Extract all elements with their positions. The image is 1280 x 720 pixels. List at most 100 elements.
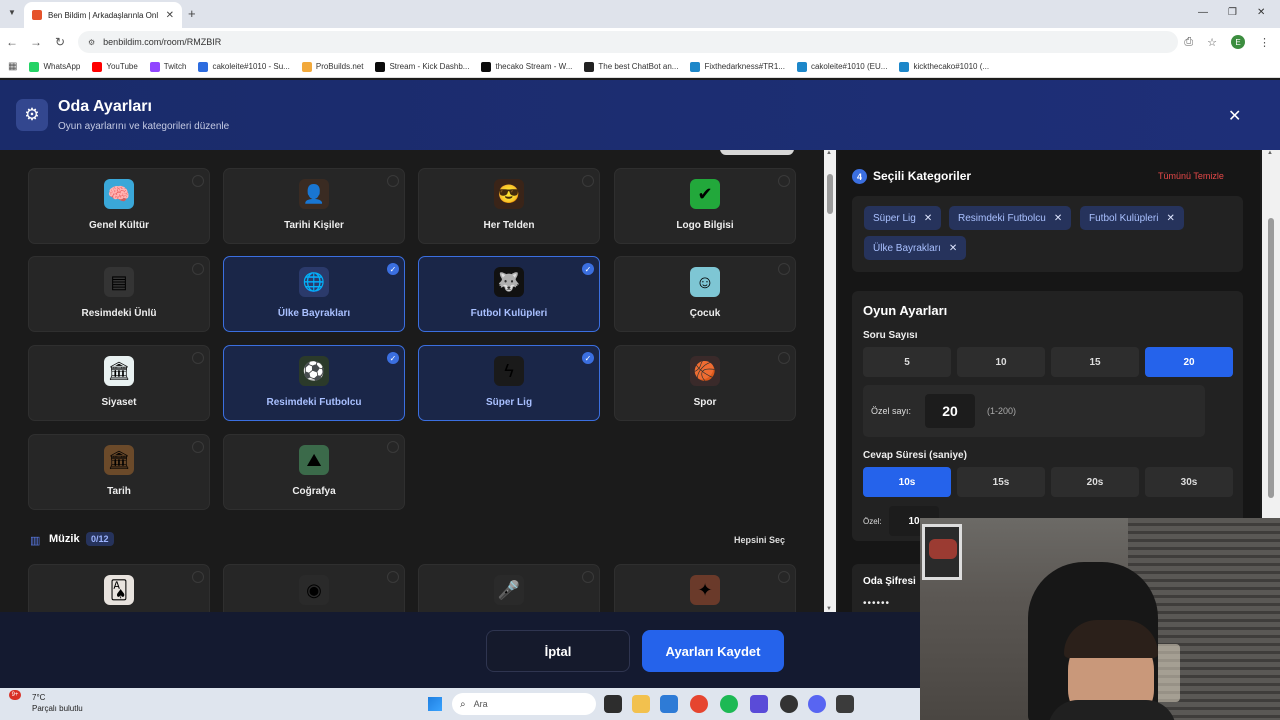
forward-icon[interactable]: → (24, 35, 48, 49)
taskbar-search[interactable]: ⌕ Ara (452, 693, 596, 715)
select-all-button[interactable]: Hepsini Seç (734, 535, 785, 545)
bookmark-item[interactable]: Fixthedarkness#TR1... (690, 61, 785, 72)
category-card-futbol-kulupleri[interactable]: 🐺 Futbol Kulüpleri ✓ (418, 256, 600, 332)
bookmark-item[interactable]: The best ChatBot an... (584, 61, 678, 72)
modal-close-icon[interactable]: ✕ (1228, 106, 1241, 126)
bookmark-item[interactable]: Twitch (149, 61, 186, 72)
bookmark-label: Stream - Kick Dashb... (389, 62, 470, 71)
vscode-icon[interactable] (750, 695, 768, 713)
file-explorer-icon[interactable] (632, 695, 650, 713)
custom-count-input[interactable]: 20 (925, 394, 975, 428)
music-category-card[interactable]: ✦ (614, 564, 796, 612)
unchecked-circle-icon (387, 175, 399, 187)
bookmark-label: WhatsApp (43, 62, 81, 71)
bookmark-item[interactable]: YouTube (92, 61, 138, 72)
answer-time-option-10s[interactable]: 10s (863, 467, 951, 497)
categories-scrollbar[interactable]: ▲ ▼ (824, 150, 836, 612)
bookmark-label: cakoleite#1010 - Su... (212, 62, 290, 71)
remove-chip-icon[interactable]: ✕ (949, 243, 957, 254)
music-category-card[interactable]: ◉ (223, 564, 405, 612)
category-card-tarih[interactable]: 🏛 Tarih (28, 434, 210, 510)
bookmark-item[interactable]: kickthecako#1010 (... (899, 61, 989, 72)
question-count-option-5[interactable]: 5 (863, 347, 951, 377)
music-category-card[interactable]: 🎤 (418, 564, 600, 612)
maximize-icon[interactable]: ❐ (1228, 7, 1237, 18)
category-card-genel-kultur[interactable]: 🧠 Genel Kültür (28, 168, 210, 244)
settings-scrollbar[interactable]: ▲ (1262, 150, 1280, 520)
remove-chip-icon[interactable]: ✕ (1166, 213, 1174, 224)
category-card-spor[interactable]: 🏀 Spor (614, 345, 796, 421)
category-card-logo-bilgisi[interactable]: ✔ Logo Bilgisi (614, 168, 796, 244)
window-close-icon[interactable]: ✕ (1257, 7, 1265, 18)
remove-chip-icon[interactable]: ✕ (1054, 213, 1062, 224)
bookmark-star-icon[interactable]: ☆ (1207, 36, 1217, 49)
category-card-cografya[interactable]: ⛰ Coğrafya (223, 434, 405, 510)
bookmark-label: ProBuilds.net (315, 62, 364, 71)
answer-time-option-15s[interactable]: 15s (957, 467, 1045, 497)
bookmark-item[interactable]: ProBuilds.net (301, 61, 364, 72)
category-card-her-telden[interactable]: 😎 Her Telden (418, 168, 600, 244)
scrollbar-thumb[interactable] (1268, 218, 1274, 498)
category-card-resimdeki-futbolcu[interactable]: ⚽ Resimdeki Futbolcu ✓ (223, 345, 405, 421)
collapsed-control[interactable] (720, 150, 794, 155)
browser-menu-icon[interactable]: ⋮ (1259, 36, 1270, 49)
question-count-option-20[interactable]: 20 (1145, 347, 1233, 377)
weather-widget[interactable]: 9+ 7°C Parçalı bulutlu (9, 690, 83, 714)
tab-title: Ben Bildim | Arkadaşlarınla Onl (48, 10, 159, 20)
back-icon[interactable]: ← (0, 35, 24, 49)
unchecked-circle-icon (192, 175, 204, 187)
checkmark-icon: ✓ (387, 263, 399, 275)
mountain-map-icon: ⛰ (299, 445, 329, 475)
bookmark-item[interactable]: WhatsApp (29, 61, 81, 72)
category-card-super-lig[interactable]: ϟ Süper Lig ✓ (418, 345, 600, 421)
room-password-input[interactable]: •••••• (863, 598, 890, 609)
music-category-card[interactable]: 🂡 (28, 564, 210, 612)
apps-grid-icon[interactable]: ▦ (8, 61, 17, 72)
remove-chip-icon[interactable]: ✕ (924, 213, 932, 224)
category-card-resimdeki-unlu[interactable]: ▤ Resimdeki Ünlü (28, 256, 210, 332)
category-card-cocuk[interactable]: ☺ Çocuk (614, 256, 796, 332)
mail-icon[interactable] (660, 695, 678, 713)
category-card-tarihi-kisiler[interactable]: 👤 Tarihi Kişiler (223, 168, 405, 244)
bookmark-favicon-icon (198, 61, 209, 72)
checkmark-icon: ✓ (387, 352, 399, 364)
custom-time-label: Özel: (863, 517, 882, 526)
bookmark-item[interactable]: Stream - Kick Dashb... (375, 61, 470, 72)
unchecked-circle-icon (192, 263, 204, 275)
obs-icon[interactable] (780, 695, 798, 713)
clear-all-button[interactable]: Tümünü Temizle (1158, 171, 1224, 181)
bookmark-item[interactable]: cakoleite#1010 (EU... (796, 61, 887, 72)
category-label: Genel Kültür (88, 220, 149, 231)
site-info-icon[interactable]: ⚙ (88, 38, 95, 47)
tab-search-icon[interactable]: ▼ (8, 8, 16, 17)
scrollbar-thumb[interactable] (827, 174, 833, 214)
question-count-option-10[interactable]: 10 (957, 347, 1045, 377)
windows-start-icon[interactable] (428, 697, 442, 711)
new-tab-icon[interactable]: + (188, 6, 196, 21)
bookmark-item[interactable]: thecako Stream - W... (481, 61, 572, 72)
game-launcher-icon[interactable] (836, 695, 854, 713)
chrome-icon[interactable] (690, 695, 708, 713)
reload-icon[interactable]: ↻ (48, 35, 72, 49)
discord-icon[interactable] (808, 695, 826, 713)
bookmark-label: YouTube (106, 62, 138, 71)
category-card-siyaset[interactable]: 🏛 Siyaset (28, 345, 210, 421)
task-view-icon[interactable] (604, 695, 622, 713)
answer-time-option-20s[interactable]: 20s (1051, 467, 1139, 497)
address-bar[interactable]: ⚙ benbildim.com/room/RMZBIR (78, 31, 1178, 53)
answer-time-option-30s[interactable]: 30s (1145, 467, 1233, 497)
scroll-up-icon[interactable]: ▲ (1267, 150, 1273, 156)
bookmark-item[interactable]: cakoleite#1010 - Su... (198, 61, 290, 72)
minimize-icon[interactable]: — (1198, 7, 1208, 18)
cancel-button[interactable]: İptal (486, 630, 630, 672)
spotify-icon[interactable] (720, 695, 738, 713)
close-tab-icon[interactable]: ✕ (166, 10, 174, 21)
unchecked-circle-icon (192, 571, 204, 583)
install-app-icon[interactable]: ⎙ (1184, 36, 1193, 49)
browser-tab[interactable]: Ben Bildim | Arkadaşlarınla Onl ✕ (24, 2, 182, 28)
scroll-up-icon[interactable]: ▲ (826, 150, 832, 156)
save-settings-button[interactable]: Ayarları Kaydet (642, 630, 784, 672)
profile-avatar[interactable]: E (1231, 35, 1245, 49)
category-card-ulke-bayraklari[interactable]: 🌐 Ülke Bayrakları ✓ (223, 256, 405, 332)
question-count-option-15[interactable]: 15 (1051, 347, 1139, 377)
